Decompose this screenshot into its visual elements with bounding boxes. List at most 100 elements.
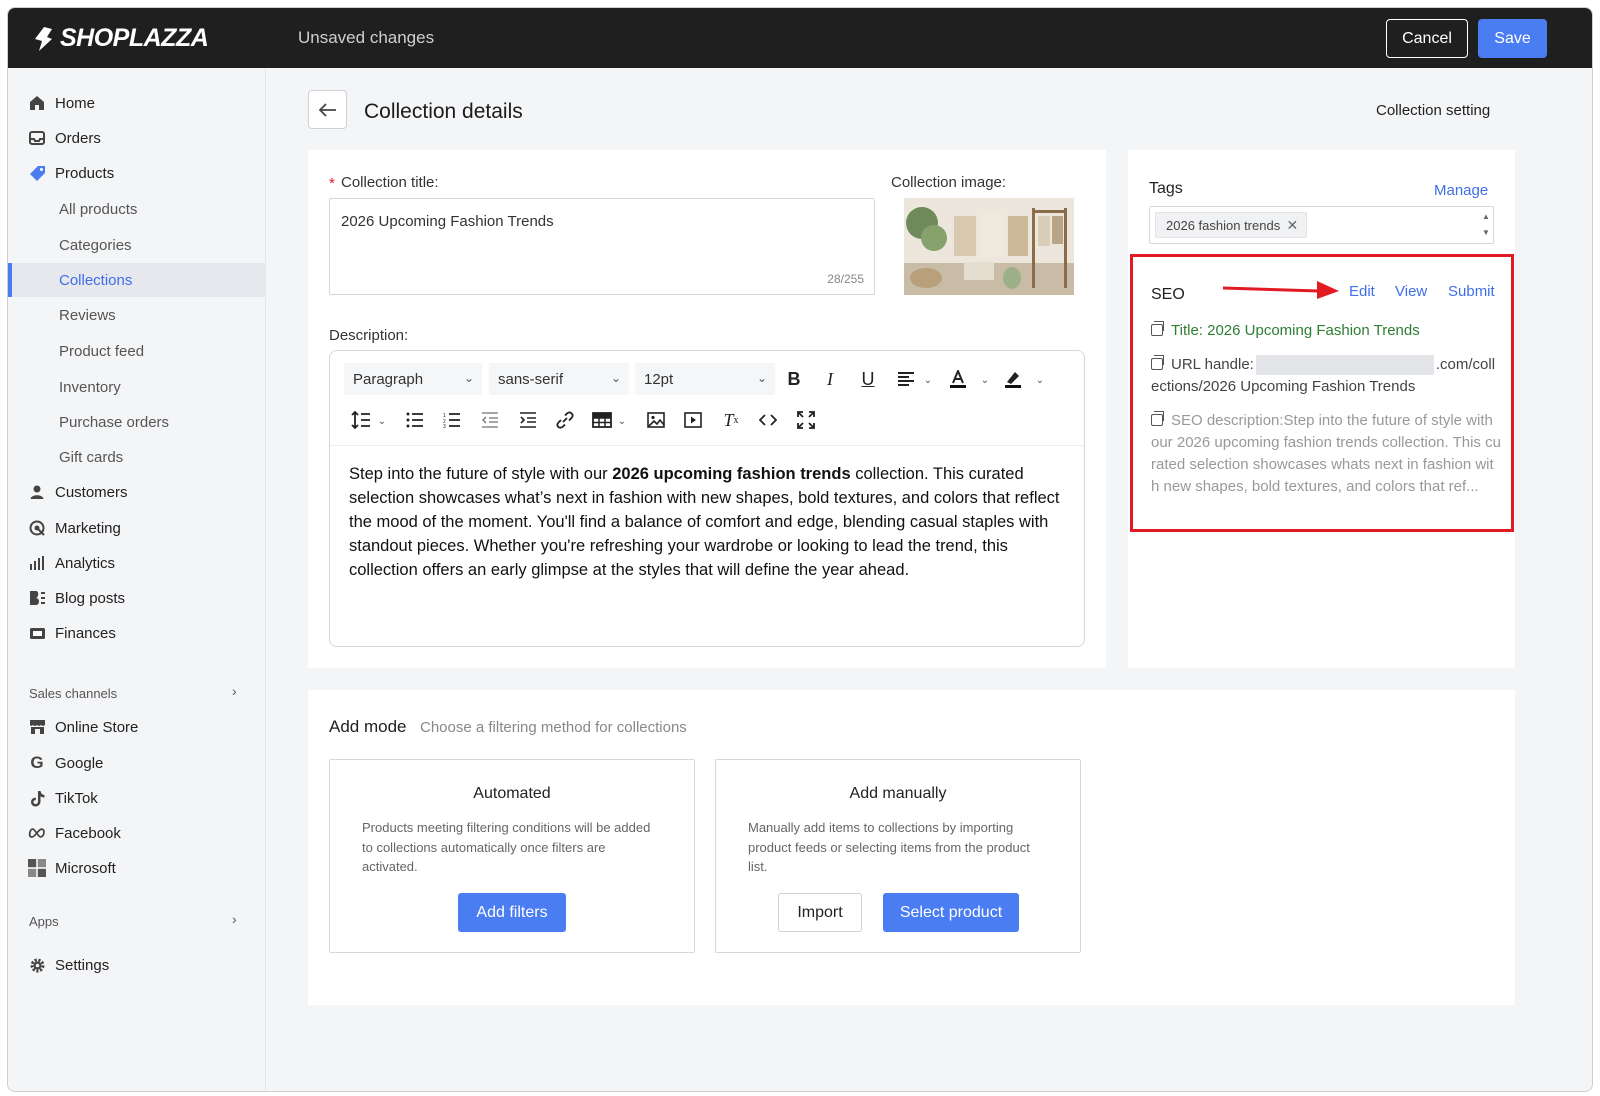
sidebar-item-online-store[interactable]: Online Store xyxy=(8,710,266,744)
add-filters-button[interactable]: Add filters xyxy=(458,893,566,932)
seo-description-text: SEO description:Step into the future of … xyxy=(1151,412,1501,495)
chevron-right-icon[interactable]: › xyxy=(232,683,237,699)
import-button[interactable]: Import xyxy=(778,893,862,932)
automated-mode-option[interactable]: Automated Products meeting filtering con… xyxy=(329,759,695,953)
seo-title-line: Title: 2026 Upcoming Fashion Trends xyxy=(1151,320,1501,342)
sidebar-subitem-purchase-orders[interactable]: Purchase orders xyxy=(8,405,266,439)
sidebar-item-blog-posts[interactable]: Blog posts xyxy=(8,581,266,615)
store-icon xyxy=(28,718,46,736)
save-button[interactable]: Save xyxy=(1478,19,1547,58)
sidebar-subitem-collections[interactable]: Collections xyxy=(8,263,266,297)
description-bold-text: 2026 upcoming fashion trends xyxy=(612,465,851,483)
bullet-list-icon[interactable] xyxy=(403,408,427,432)
meta-icon xyxy=(28,824,46,842)
sidebar-subitem-reviews[interactable]: Reviews xyxy=(8,298,266,332)
chevron-down-icon[interactable]: ⌄ xyxy=(1028,368,1052,392)
text-color-icon[interactable] xyxy=(946,367,970,391)
required-marker: * xyxy=(329,175,335,192)
paragraph-format-select[interactable]: Paragraph ⌄ xyxy=(344,363,482,395)
bold-icon[interactable]: B xyxy=(782,367,806,391)
shoplazza-logo-icon xyxy=(35,26,52,51)
sidebar-item-facebook[interactable]: Facebook xyxy=(8,816,266,850)
video-icon[interactable] xyxy=(681,408,705,432)
sidebar-item-finances[interactable]: Finances xyxy=(8,616,266,650)
sidebar-item-google[interactable]: G Google xyxy=(8,746,266,780)
clear-format-icon[interactable]: Tx xyxy=(719,408,743,432)
seo-edit-link[interactable]: Edit xyxy=(1349,283,1375,300)
copy-icon[interactable] xyxy=(1151,355,1164,370)
align-icon[interactable] xyxy=(894,367,918,391)
seo-submit-link[interactable]: Submit xyxy=(1448,283,1495,300)
collection-title-input[interactable]: 2026 Upcoming Fashion Trends 28/255 xyxy=(329,198,875,295)
tiktok-icon xyxy=(28,789,46,807)
manual-mode-option[interactable]: Add manually Manually add items to colle… xyxy=(715,759,1081,953)
person-icon xyxy=(28,483,46,501)
highlight-icon[interactable] xyxy=(1001,367,1025,391)
chevron-down-icon[interactable]: ⌄ xyxy=(916,368,940,392)
collection-setting-link[interactable]: Collection setting xyxy=(1376,102,1490,119)
sidebar-item-marketing[interactable]: Marketing xyxy=(8,511,266,545)
indent-icon[interactable] xyxy=(516,408,540,432)
sidebar-item-settings[interactable]: Settings xyxy=(8,948,266,982)
sidebar-item-label: Google xyxy=(55,754,104,772)
copy-icon[interactable] xyxy=(1151,411,1164,426)
sidebar: Home Orders Products All products Catego… xyxy=(8,68,266,1091)
chevron-down-icon[interactable]: ⌄ xyxy=(973,368,997,392)
outdent-icon[interactable] xyxy=(478,408,502,432)
shoplazza-logo[interactable]: SHOPLAZZA xyxy=(30,24,209,53)
sidebar-item-orders[interactable]: Orders xyxy=(8,121,266,155)
sidebar-item-tiktok[interactable]: TikTok xyxy=(8,781,266,815)
sidebar-subitem-all-products[interactable]: All products xyxy=(8,192,266,226)
link-icon[interactable] xyxy=(553,408,577,432)
description-text[interactable]: Step into the future of style with our 2… xyxy=(349,462,1069,582)
sidebar-subitem-gift-cards[interactable]: Gift cards xyxy=(8,440,266,474)
image-icon[interactable] xyxy=(644,408,668,432)
sidebar-item-customers[interactable]: Customers xyxy=(8,475,266,509)
seo-url-line: URL handle: .com/collections/2026 Upcomin… xyxy=(1151,354,1501,398)
sidebar-item-microsoft[interactable]: Microsoft xyxy=(8,851,266,885)
sidebar-subitem-product-feed[interactable]: Product feed xyxy=(8,334,266,368)
numbered-list-icon[interactable]: 123 xyxy=(440,408,464,432)
cancel-button[interactable]: Cancel xyxy=(1386,19,1468,58)
underline-icon[interactable]: U xyxy=(856,367,880,391)
top-bar: SHOPLAZZA Unsaved changes Cancel Save xyxy=(8,8,1592,68)
tag-chip-label: 2026 fashion trends xyxy=(1166,217,1281,233)
collection-title-label: Collection title: xyxy=(341,174,439,191)
chevron-down-icon: ⌄ xyxy=(756,371,767,385)
tags-heading: Tags xyxy=(1149,180,1183,197)
toolbar-divider xyxy=(330,445,1084,446)
remove-tag-icon[interactable]: ✕ xyxy=(1286,217,1298,234)
sidebar-subitem-label: Collections xyxy=(59,271,133,289)
collection-title-value: 2026 Upcoming Fashion Trends xyxy=(341,213,554,230)
sidebar-subitem-label: Purchase orders xyxy=(59,413,170,431)
microsoft-icon xyxy=(28,859,46,877)
sidebar-item-label: TikTok xyxy=(55,789,98,807)
back-button[interactable] xyxy=(308,90,347,129)
sidebar-subitem-categories[interactable]: Categories xyxy=(8,228,266,262)
manual-title: Add manually xyxy=(849,785,947,802)
code-icon[interactable] xyxy=(756,408,780,432)
chevron-down-icon[interactable]: ⌄ xyxy=(370,409,394,433)
font-size-select[interactable]: 12pt ⌄ xyxy=(635,363,775,395)
add-mode-card: Add mode Choose a filtering method for c… xyxy=(308,690,1515,1005)
chevron-down-icon[interactable]: ⌄ xyxy=(610,409,634,433)
fullscreen-icon[interactable] xyxy=(794,408,818,432)
seo-section-highlight: SEO Edit View Submit Title: 2026 Upcomin… xyxy=(1130,254,1514,532)
italic-icon[interactable]: I xyxy=(818,367,842,391)
manage-tags-link[interactable]: Manage xyxy=(1434,182,1488,199)
tags-input[interactable]: 2026 fashion trends ✕ ▲ ▼ xyxy=(1149,206,1494,244)
add-mode-hint: Choose a filtering method for collection… xyxy=(420,719,687,736)
select-product-button[interactable]: Select product xyxy=(883,893,1019,932)
tags-scroll-arrows[interactable]: ▲ ▼ xyxy=(1481,209,1491,241)
sidebar-subitem-inventory[interactable]: Inventory xyxy=(8,370,266,404)
collection-image[interactable] xyxy=(904,198,1074,295)
font-family-select[interactable]: sans-serif ⌄ xyxy=(489,363,629,395)
chevron-right-icon[interactable]: › xyxy=(232,911,237,927)
chevron-down-icon: ⌄ xyxy=(610,371,621,385)
sidebar-item-analytics[interactable]: Analytics xyxy=(8,546,266,580)
red-arrow-annotation xyxy=(1222,281,1339,299)
seo-view-link[interactable]: View xyxy=(1395,283,1427,300)
sidebar-item-home[interactable]: Home xyxy=(8,86,266,120)
copy-icon[interactable] xyxy=(1151,321,1164,336)
sidebar-item-products[interactable]: Products xyxy=(8,156,266,190)
